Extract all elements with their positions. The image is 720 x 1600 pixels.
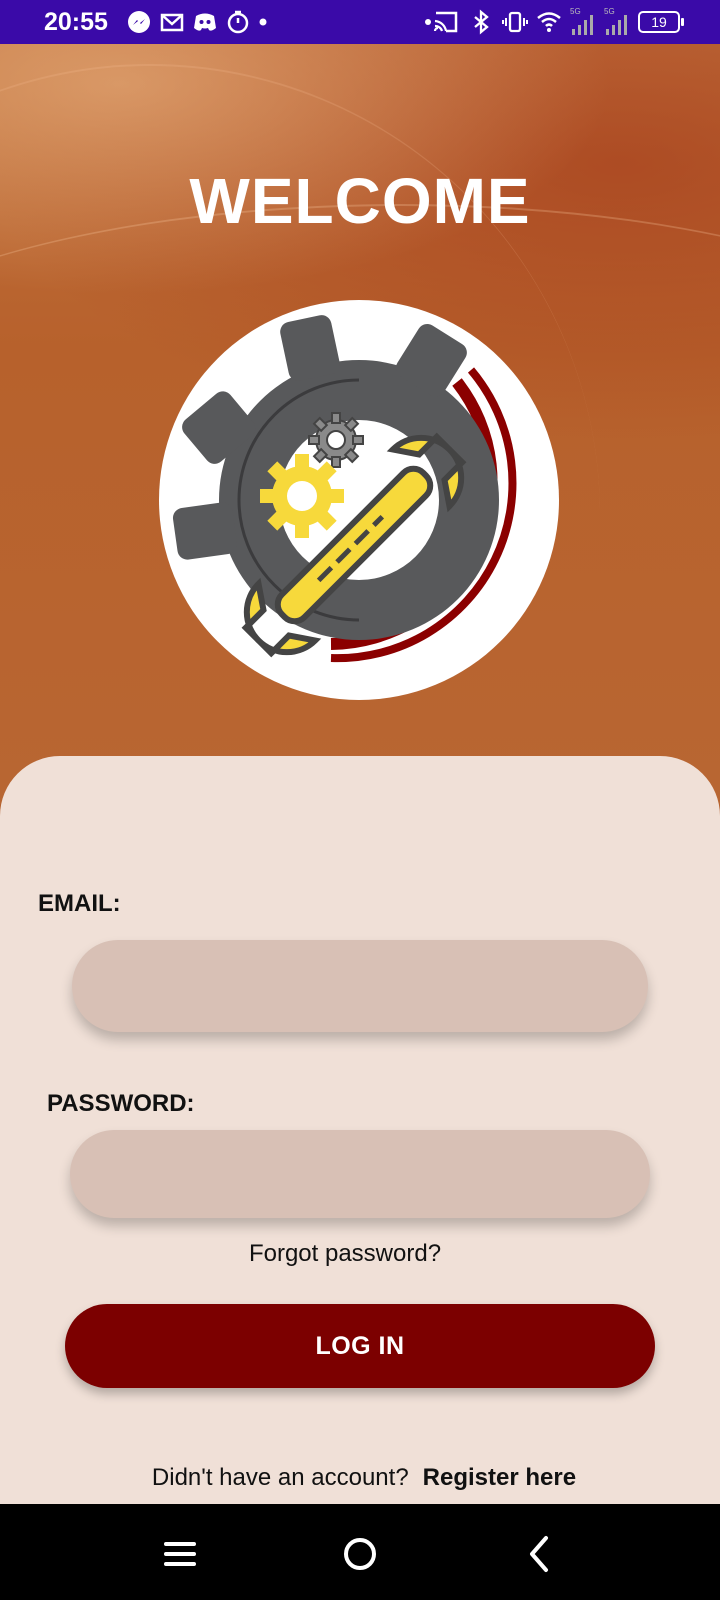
battery-level: 19 bbox=[651, 14, 667, 30]
cast-icon bbox=[425, 11, 458, 33]
register-row: Didn't have an account? Register here bbox=[0, 1464, 720, 1492]
register-prompt: Didn't have an account? bbox=[151, 1464, 409, 1491]
vibrate-icon bbox=[502, 11, 528, 33]
status-time: 20:55 bbox=[44, 8, 108, 36]
gear-wrench-logo bbox=[172, 315, 517, 663]
menu-icon[interactable] bbox=[160, 1534, 200, 1574]
email-field[interactable] bbox=[72, 940, 648, 1032]
welcome-title: WELCOME bbox=[189, 165, 531, 237]
wifi-icon bbox=[537, 12, 561, 32]
notification-icons bbox=[126, 9, 268, 35]
home-icon[interactable] bbox=[340, 1534, 380, 1574]
system-icons: 5G 5G 19 bbox=[424, 7, 684, 37]
status-bar: 20:55 5G 5G 19 bbox=[0, 0, 720, 44]
forgot-password-link[interactable]: Forgot password? bbox=[0, 1240, 690, 1268]
battery-indicator: 19 bbox=[638, 11, 684, 33]
signal-5g-icon: 5G bbox=[604, 7, 627, 35]
navigation-bar bbox=[0, 1504, 720, 1600]
messenger-icon bbox=[128, 11, 150, 33]
email-label: EMAIL: bbox=[38, 890, 121, 917]
login-button[interactable]: LOG IN bbox=[65, 1304, 655, 1388]
back-icon[interactable] bbox=[520, 1534, 560, 1574]
login-card: EMAIL: PASSWORD: Forgot password? LOG IN… bbox=[0, 756, 720, 1504]
bluetooth-icon bbox=[474, 9, 489, 35]
signal-5g-icon: 5G bbox=[570, 7, 593, 35]
app-logo bbox=[159, 300, 559, 700]
hero-banner: WELCOME bbox=[0, 44, 720, 804]
dot-icon bbox=[259, 18, 267, 26]
password-label: PASSWORD: bbox=[47, 1090, 195, 1117]
svg-text:5G: 5G bbox=[604, 7, 615, 16]
password-field[interactable] bbox=[70, 1130, 650, 1218]
timer-icon bbox=[227, 10, 249, 34]
svg-text:5G: 5G bbox=[570, 7, 581, 16]
register-link[interactable]: Register here bbox=[423, 1464, 576, 1491]
gmail-icon bbox=[160, 13, 184, 32]
discord-icon bbox=[194, 13, 216, 31]
